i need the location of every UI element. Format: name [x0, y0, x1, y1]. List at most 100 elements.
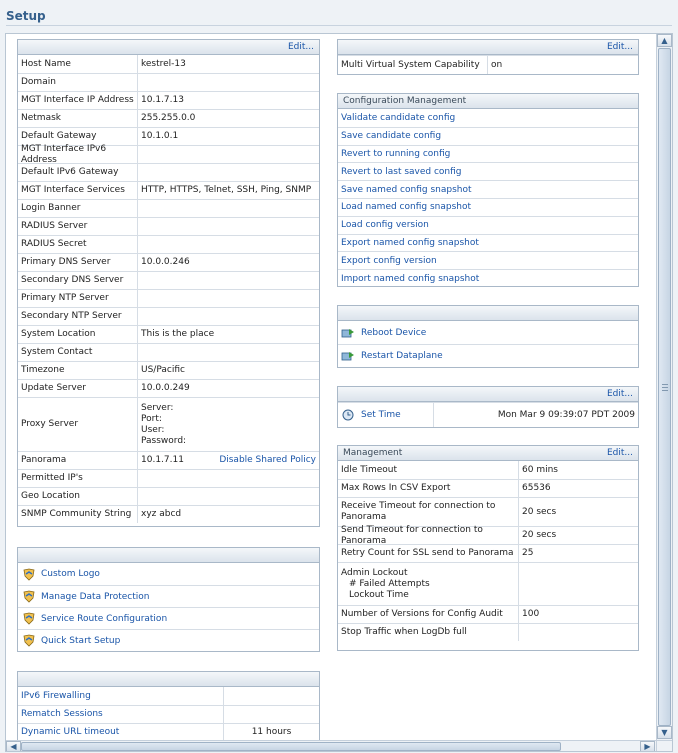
- scroll-left-button[interactable]: ◀: [6, 741, 21, 751]
- proxy-server-label: Proxy Server: [18, 398, 138, 451]
- export-named-config-snapshot-link[interactable]: Export named config snapshot: [338, 233, 638, 252]
- vertical-scrollbar[interactable]: ▲ ▼: [656, 34, 672, 740]
- radius-secret-value: [138, 236, 319, 253]
- secondary-ntp-server-row: Secondary NTP Server: [18, 307, 319, 325]
- login-banner-row: Login Banner: [18, 199, 319, 217]
- proxy-server-row: Proxy Server Server: Port: User: Password:: [18, 397, 319, 451]
- save-candidate-config-link[interactable]: Save candidate config: [338, 126, 638, 145]
- multi-vsys-row: Multi Virtual System Capability on: [338, 55, 638, 74]
- primary-ntp-server-label: Primary NTP Server: [18, 290, 138, 307]
- save-named-config-snapshot-link[interactable]: Save named config snapshot: [338, 180, 638, 198]
- horizontal-scroll-thumb[interactable]: [21, 742, 561, 751]
- netmask-row: Netmask 255.255.0.0: [18, 109, 319, 127]
- revert-to-last-saved-config-link[interactable]: Revert to last saved config: [338, 162, 638, 180]
- management-edit-link[interactable]: Edit...: [607, 446, 633, 460]
- send-timeout-for-connection-to-panorama-value: 20 secs: [522, 530, 557, 540]
- mgt-interface-ipv6-address-label: MGT Interface IPv6 Address: [18, 144, 138, 165]
- chevron-up-icon: ▲: [661, 36, 668, 45]
- rematch-sessions-label[interactable]: Rematch Sessions: [18, 706, 224, 723]
- manage-data-protection-link[interactable]: Manage Data Protection: [18, 585, 319, 607]
- max-rows-in-csv-export-label: Max Rows In CSV Export: [338, 480, 519, 497]
- title-divider: [6, 25, 672, 26]
- multi-vsys-label: Multi Virtual System Capability: [338, 56, 488, 74]
- idle-timeout-label: Idle Timeout: [338, 461, 519, 479]
- mgt-interface-ip-address-row: MGT Interface IP Address 10.1.7.13: [18, 91, 319, 109]
- send-timeout-for-connection-to-panorama-label: Send Timeout for connection to Panorama: [338, 525, 519, 546]
- timezone-label: Timezone: [18, 362, 138, 379]
- misc-settings-panel: IPv6 Firewalling Rematch Sessions Dynamic …: [17, 671, 320, 740]
- netmask-value: 255.255.0.0: [141, 113, 196, 123]
- mgt-interface-ip-address-label: MGT Interface IP Address: [18, 92, 138, 109]
- dynamic-url-timeout-label[interactable]: Dynamic URL timeout: [18, 724, 224, 740]
- export-config-version-link[interactable]: Export config version: [338, 251, 638, 269]
- ipv6-firewalling-label[interactable]: IPv6 Firewalling: [18, 687, 224, 705]
- primary-ntp-server-row: Primary NTP Server: [18, 289, 319, 307]
- scroll-corner: [656, 740, 672, 751]
- load-named-config-snapshot-link[interactable]: Load named config snapshot: [338, 197, 638, 216]
- scroll-down-button[interactable]: ▼: [657, 726, 672, 739]
- host-name-row: Host Name kestrel-13: [18, 55, 319, 73]
- management-header: Management Edit...: [338, 446, 638, 461]
- disable-shared-policy-link[interactable]: Disable Shared Policy: [219, 455, 316, 466]
- login-banner-label: Login Banner: [18, 200, 138, 217]
- current-time-value: Mon Mar 9 09:39:07 PDT 2009: [497, 409, 635, 420]
- secondary-ntp-server-label: Secondary NTP Server: [18, 308, 138, 325]
- system-location-value: This is the place: [141, 329, 215, 339]
- max-rows-in-csv-export-value: 65536: [522, 483, 551, 493]
- reboot-device-label: Reboot Device: [361, 327, 427, 338]
- time-edit-link[interactable]: Edit...: [607, 387, 633, 401]
- permitted-ip-s-label: Permitted IP's: [18, 470, 138, 487]
- default-ipv6-gateway-value: [138, 164, 319, 181]
- load-config-version-link[interactable]: Load config version: [338, 215, 638, 234]
- scroll-up-button[interactable]: ▲: [657, 34, 672, 47]
- radius-secret-label: RADIUS Secret: [18, 236, 138, 253]
- service-route-configuration-link[interactable]: Service Route Configuration: [18, 607, 319, 629]
- import-named-config-snapshot-link[interactable]: Import named config snapshot: [338, 269, 638, 287]
- rematch-sessions-value: [224, 706, 319, 723]
- system-contact-value: [138, 344, 319, 361]
- mgt-interface-ip-address-value: 10.1.7.13: [141, 95, 184, 105]
- general-settings-header: Edit...: [18, 40, 319, 55]
- mgt-interface-services-row: MGT Interface Services HTTP, HTTPS, Telne…: [18, 181, 319, 199]
- permitted-ip-s-row: Permitted IP's: [18, 469, 319, 487]
- radius-secret-row: RADIUS Secret: [18, 235, 319, 253]
- general-edit-link[interactable]: Edit...: [288, 40, 314, 54]
- manage-data-protection-label: Manage Data Protection: [41, 591, 150, 602]
- idle-timeout-row: Idle Timeout 60 mins: [338, 461, 638, 479]
- management-title: Management: [343, 448, 403, 458]
- custom-logo-link[interactable]: Custom Logo: [18, 563, 319, 585]
- retry-count-for-ssl-send-to-panorama-row: Retry Count for SSL send to Panorama 25: [338, 544, 638, 562]
- receive-timeout-for-connection-to-panorama-label: Receive Timeout for connection to Panora…: [338, 498, 519, 526]
- primary-ntp-server-value: [138, 290, 319, 307]
- panorama-value: 10.1.7.11: [141, 455, 184, 465]
- ipv6-firewalling-value: [224, 687, 319, 705]
- proxy-server-value: Server: Port: User: Password:: [138, 398, 319, 451]
- snmp-community-string-row: SNMP Community String xyz abcd: [18, 505, 319, 523]
- horizontal-scrollbar[interactable]: ◀ ▶: [6, 740, 656, 751]
- validate-candidate-config-link[interactable]: Validate candidate config: [338, 109, 638, 127]
- quick-start-setup-link[interactable]: Quick Start Setup: [18, 629, 319, 651]
- reboot-device-button[interactable]: Reboot Device: [338, 321, 638, 344]
- number-of-versions-for-config-audit-row: Number of Versions for Config Audit 100: [338, 605, 638, 623]
- restart-dataplane-button[interactable]: Restart Dataplane: [338, 344, 638, 367]
- scroll-right-button[interactable]: ▶: [640, 741, 655, 751]
- radius-server-row: RADIUS Server: [18, 217, 319, 235]
- receive-timeout-for-connection-to-panorama-row: Receive Timeout for connection to Panora…: [338, 497, 638, 526]
- scroll-frame: Edit... Host Name kestrel-13 Domain MGT Int…: [5, 33, 673, 752]
- management-panel: Management Edit... Idle Timeout 60 mins Ma…: [337, 445, 639, 651]
- update-server-row: Update Server 10.0.0.249: [18, 379, 319, 397]
- number-of-versions-for-config-audit-label: Number of Versions for Config Audit: [338, 606, 519, 623]
- multi-vsys-edit-link[interactable]: Edit...: [607, 40, 633, 54]
- geo-location-row: Geo Location: [18, 487, 319, 505]
- revert-to-running-config-link[interactable]: Revert to running config: [338, 144, 638, 163]
- reboot-icon: [341, 326, 355, 339]
- system-location-row: System Location This is the place: [18, 325, 319, 343]
- clock-icon: [341, 409, 355, 422]
- set-time-button[interactable]: Set Time: [338, 403, 434, 427]
- vertical-scroll-thumb[interactable]: [658, 48, 671, 726]
- proxy-field-label: Password:: [141, 435, 187, 446]
- system-contact-row: System Contact: [18, 343, 319, 361]
- domain-row: Domain: [18, 73, 319, 91]
- update-server-label: Update Server: [18, 380, 138, 397]
- default-gateway-label: Default Gateway: [18, 128, 138, 145]
